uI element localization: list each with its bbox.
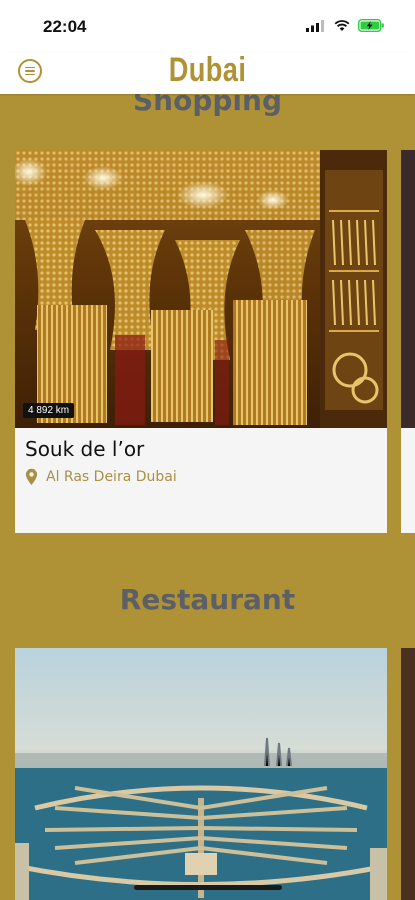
place-image-restaurant xyxy=(15,648,387,900)
location-pin-icon xyxy=(25,468,38,485)
home-indicator[interactable] xyxy=(134,885,282,890)
status-icons xyxy=(306,19,385,32)
distance-badge: 4 892 km xyxy=(23,403,75,418)
place-name: Souk de l’or xyxy=(25,437,145,461)
section-title-restaurant: Restaurant xyxy=(119,583,296,616)
place-location-text: Al Ras Deira Dubai xyxy=(46,469,177,485)
page-title: Dubai xyxy=(168,51,247,89)
status-time: 22:04 xyxy=(43,17,87,36)
signal-icon xyxy=(306,19,324,32)
app-header: Dubai xyxy=(0,51,415,94)
status-bar: 22:04 xyxy=(0,0,415,52)
battery-charging-icon xyxy=(358,19,384,32)
place-card-next-shopping[interactable] xyxy=(401,150,415,533)
place-card-next-restaurant[interactable] xyxy=(401,648,415,900)
place-card-restaurant[interactable] xyxy=(15,648,387,900)
menu-icon[interactable] xyxy=(18,59,42,83)
place-image-souk xyxy=(15,150,387,428)
place-card-souk[interactable]: 4 892 km Souk de l’or Al Ras Deira Dubai xyxy=(15,150,387,533)
place-location: Al Ras Deira Dubai xyxy=(25,468,177,486)
wifi-icon xyxy=(334,19,350,31)
